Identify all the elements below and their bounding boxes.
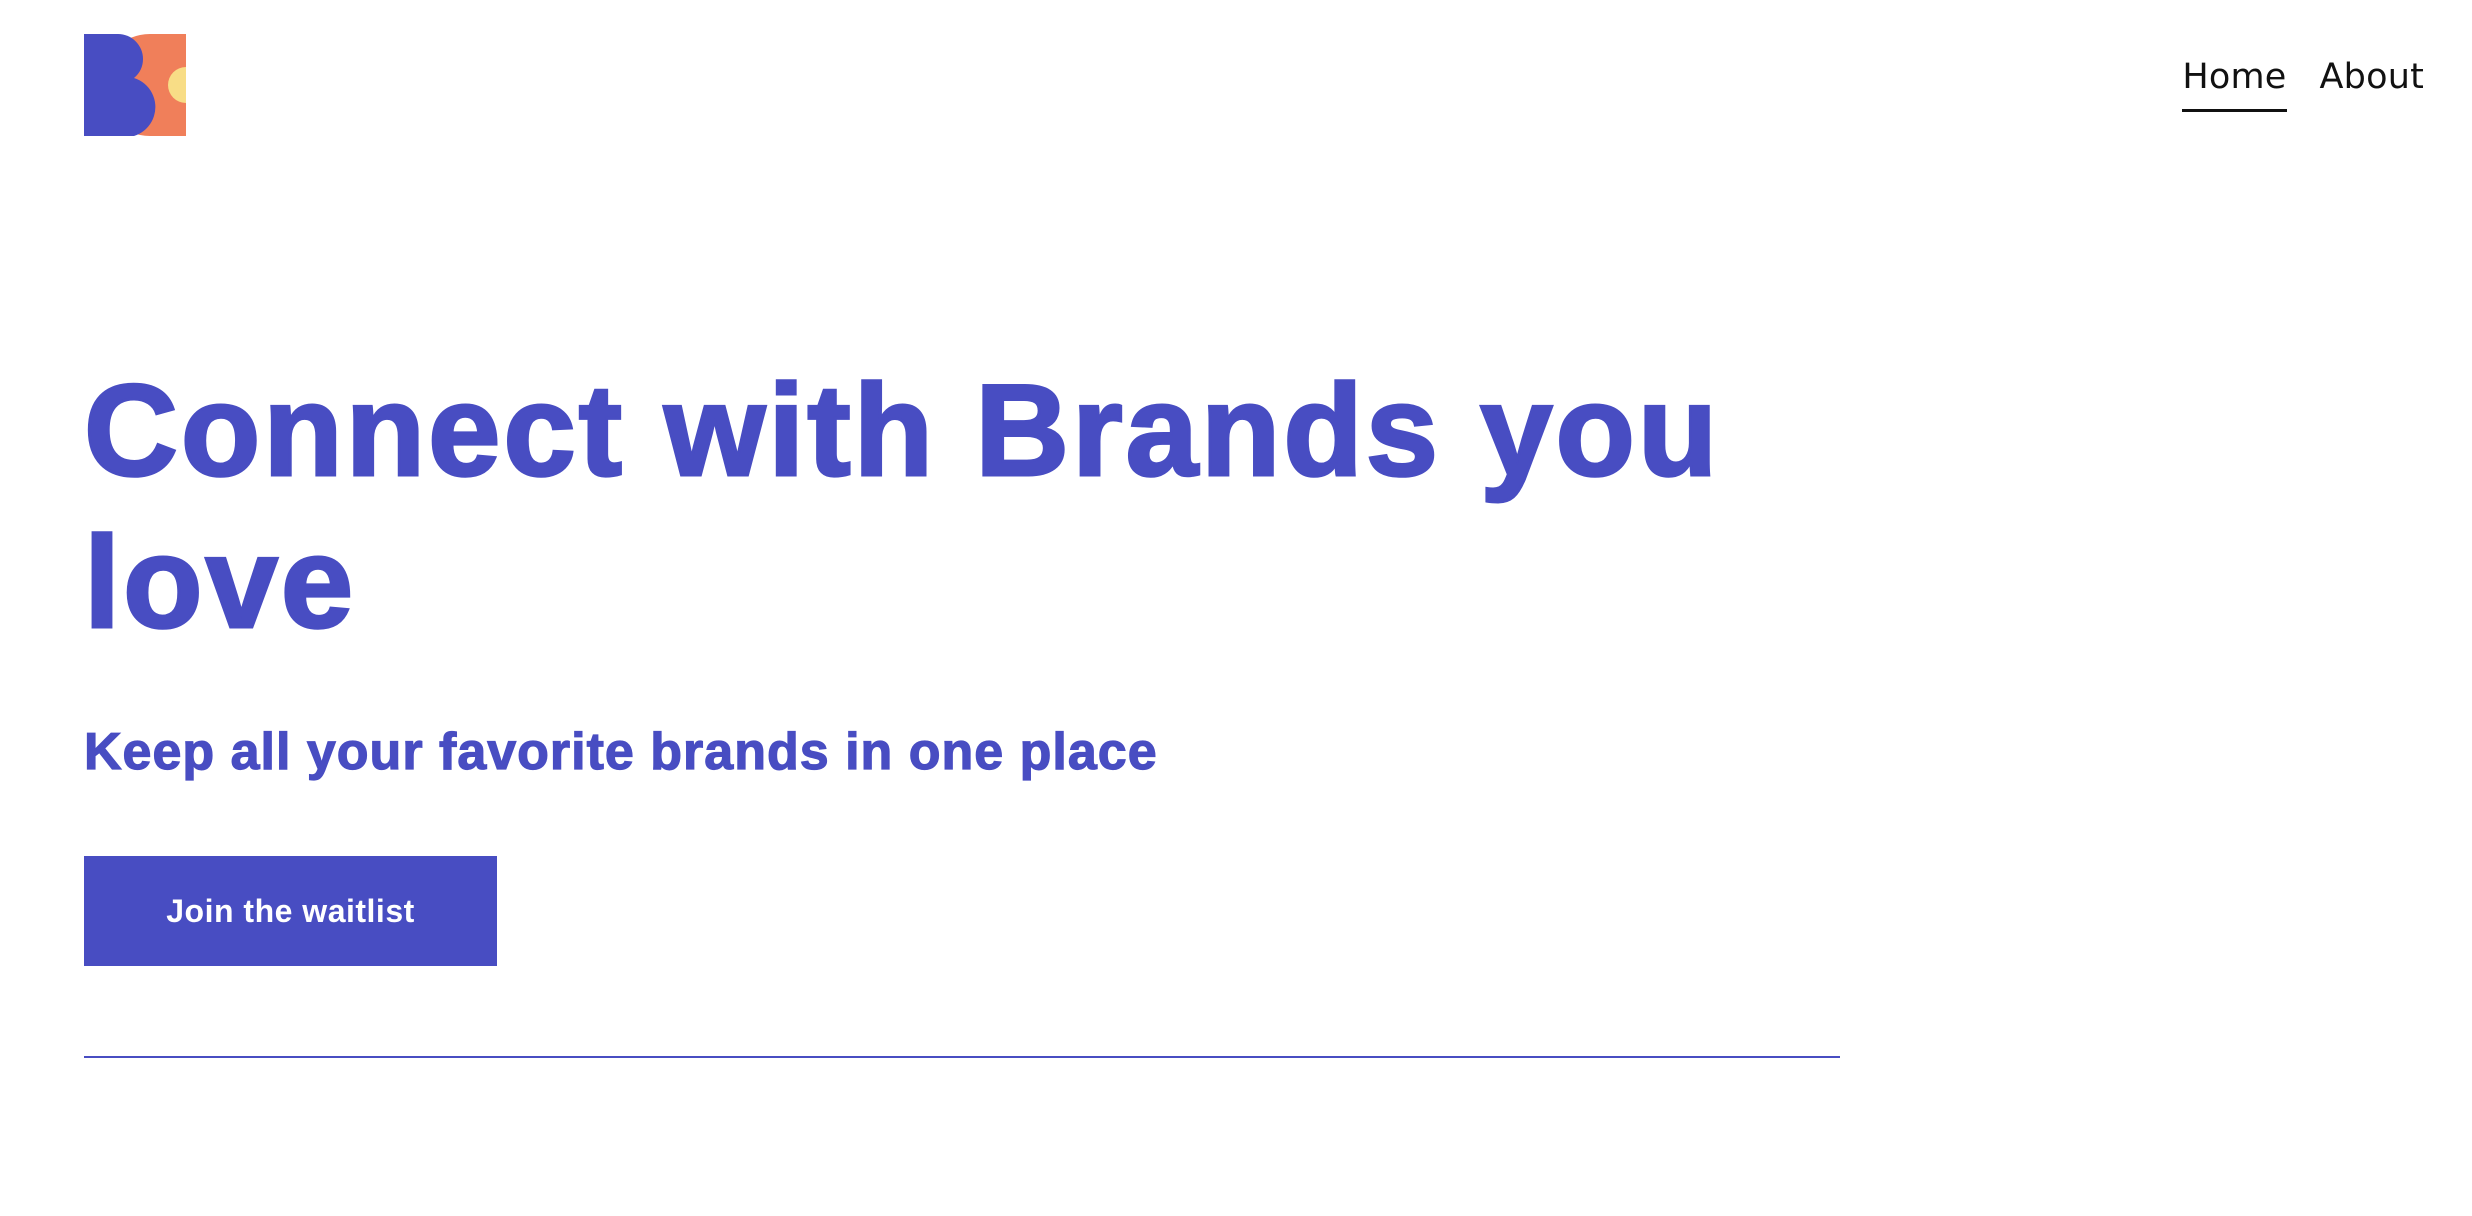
brand-logo-icon[interactable] xyxy=(84,34,186,136)
hero-section: Connect with Brands you love Keep all yo… xyxy=(83,354,1924,966)
join-waitlist-button[interactable]: Join the waitlist xyxy=(84,856,497,966)
nav-about-link[interactable]: About xyxy=(2320,60,2424,112)
nav-home-link[interactable]: Home xyxy=(2182,60,2287,112)
section-divider xyxy=(84,1056,1840,1058)
hero-subtitle: Keep all your favorite brands in one pla… xyxy=(83,723,1158,781)
top-nav: Home About xyxy=(2182,60,2424,112)
hero-title: Connect with Brands you love xyxy=(83,356,1721,657)
